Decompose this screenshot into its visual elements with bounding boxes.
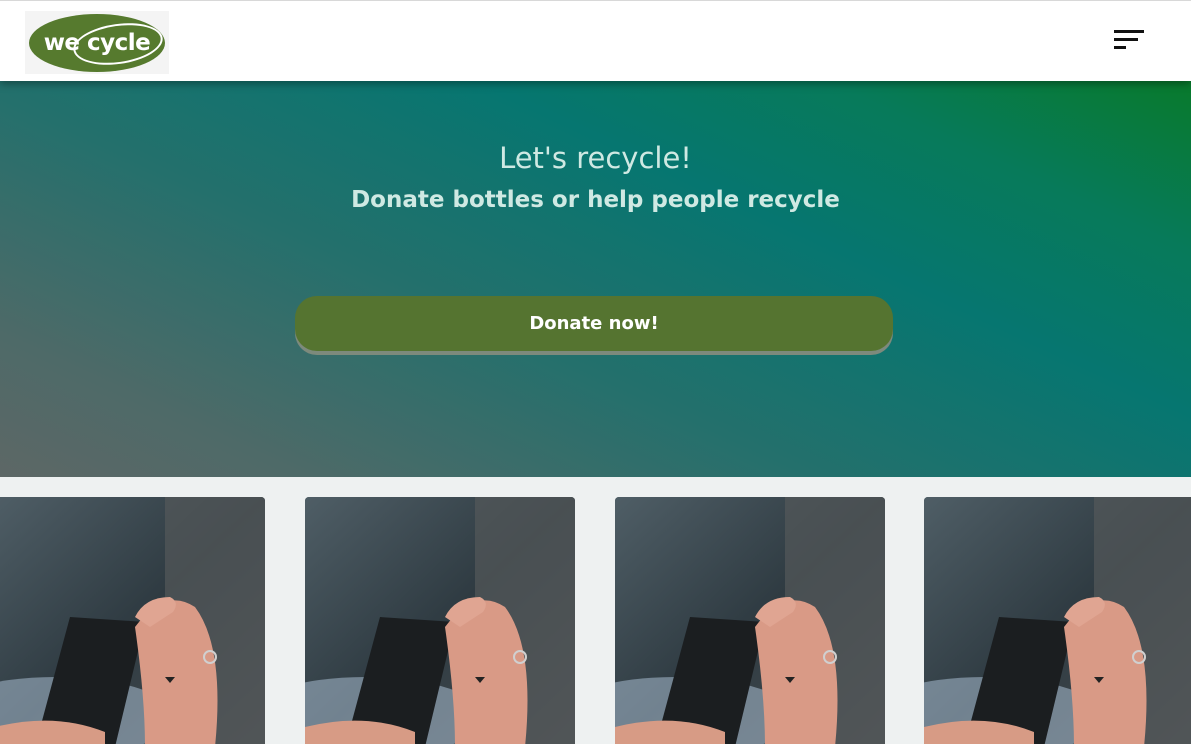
- top-navbar: we cycle: [0, 0, 1191, 81]
- wecycle-logo[interactable]: we cycle: [25, 11, 169, 74]
- card-photo-4[interactable]: [924, 497, 1191, 744]
- card-photo-3[interactable]: [615, 497, 885, 744]
- card-photo-1[interactable]: [0, 497, 265, 744]
- hamburger-menu-icon[interactable]: [1108, 27, 1152, 57]
- hand-holding-phone-photo: [615, 497, 885, 744]
- card-photo-2[interactable]: [305, 497, 575, 744]
- hero-subtitle: Donate bottles or help people recycle: [351, 187, 840, 213]
- logo-text: we cycle: [43, 29, 151, 56]
- donate-now-button[interactable]: Donate now!: [295, 296, 893, 351]
- hand-holding-phone-photo: [0, 497, 265, 744]
- hand-holding-phone-photo: [305, 497, 575, 744]
- hand-holding-phone-photo: [924, 497, 1191, 744]
- hero-title: Let's recycle!: [499, 141, 692, 175]
- logo-badge: we cycle: [29, 13, 166, 72]
- cards-row: [0, 477, 1191, 744]
- hero-section: Let's recycle! Donate bottles or help pe…: [0, 81, 1191, 477]
